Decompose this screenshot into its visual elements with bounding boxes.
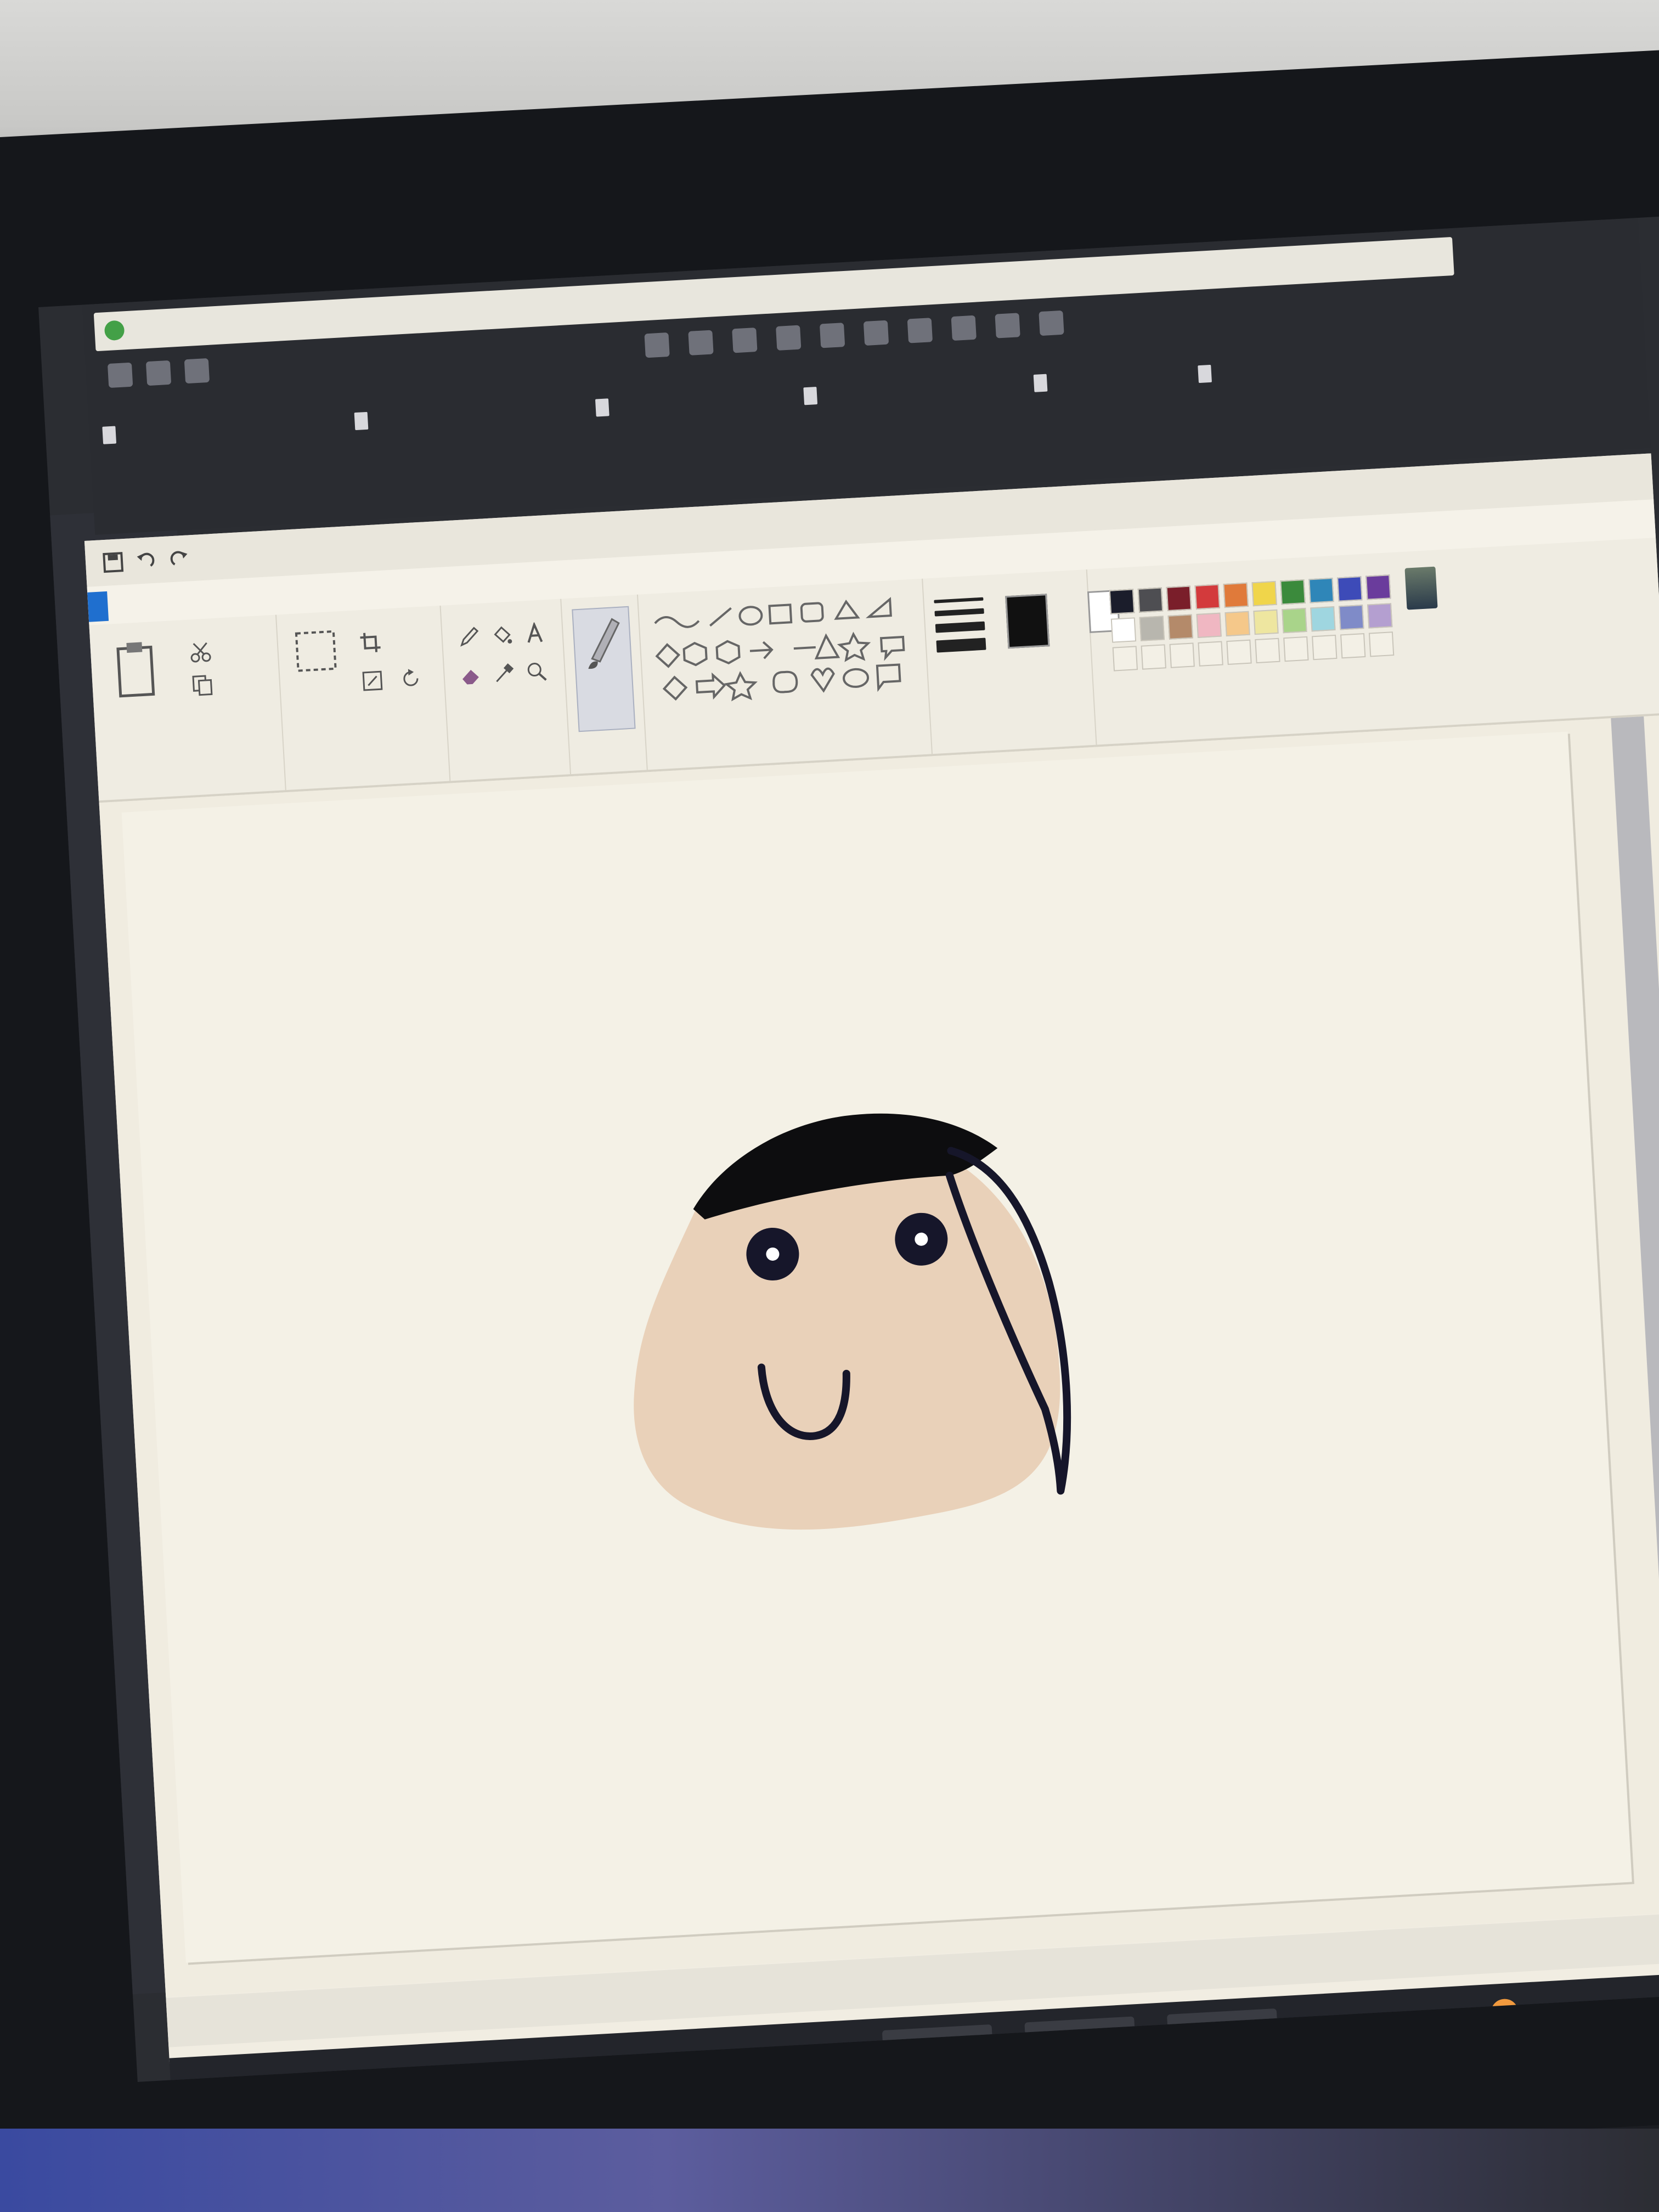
paint-window [84, 453, 1659, 2064]
cut-icon[interactable] [189, 640, 212, 663]
group-tools [439, 599, 572, 781]
text-icon[interactable] [523, 622, 546, 645]
palette-color-swatch[interactable] [1166, 585, 1192, 611]
toolbar-icon[interactable] [732, 328, 758, 353]
palette-color-swatch[interactable] [1253, 609, 1279, 635]
custom-color-swatch[interactable] [1226, 639, 1252, 665]
palette-color-swatch[interactable] [1224, 611, 1250, 637]
tab-file[interactable] [87, 591, 109, 622]
palette-color-swatch[interactable] [1194, 584, 1220, 610]
palette-color-swatch[interactable] [1139, 616, 1165, 641]
custom-color-swatch[interactable] [1340, 633, 1366, 659]
color-picker-icon[interactable] [493, 662, 516, 685]
copy-icon[interactable] [191, 673, 214, 696]
bookmark-item[interactable] [352, 404, 375, 438]
drawing-svg [634, 1113, 1071, 1530]
custom-color-swatch[interactable] [1112, 646, 1138, 672]
group-label [285, 775, 449, 784]
bookmark-item[interactable] [801, 379, 825, 413]
group-size [922, 569, 1097, 754]
palette-color-swatch[interactable] [1367, 603, 1393, 629]
custom-color-swatch[interactable] [1312, 634, 1338, 661]
site-icon [104, 320, 125, 341]
toolbar-icon[interactable] [184, 358, 210, 384]
bookmark-item[interactable] [592, 391, 616, 425]
tab-view[interactable] [241, 583, 262, 613]
desk-surface [0, 2129, 1659, 2212]
palette-color-swatch[interactable] [1365, 574, 1391, 600]
toolbar-icon[interactable] [776, 325, 802, 351]
palette-color-swatch[interactable] [1308, 578, 1334, 603]
custom-color-swatch[interactable] [1141, 644, 1166, 670]
custom-color-swatch[interactable] [1368, 631, 1395, 657]
bookmark-item[interactable] [1195, 357, 1218, 391]
color-1-swatch[interactable] [1005, 594, 1050, 649]
crop-icon[interactable] [359, 631, 382, 654]
fill-icon[interactable] [490, 624, 514, 647]
group-clipboard [89, 614, 286, 801]
magnifier-icon[interactable] [525, 660, 548, 683]
tab-home[interactable] [175, 586, 196, 617]
rotate-icon[interactable] [399, 667, 422, 690]
resize-icon[interactable] [361, 669, 384, 692]
bookmark-item[interactable] [1031, 366, 1054, 400]
palette-color-swatch[interactable] [1280, 579, 1306, 605]
toolbar-icon[interactable] [863, 320, 889, 346]
undo-icon[interactable] [134, 549, 157, 572]
paste-icon[interactable] [112, 638, 159, 701]
palette-color-swatch[interactable] [1109, 589, 1135, 614]
group-label [569, 763, 646, 768]
palette-color-swatch[interactable] [1251, 580, 1277, 607]
palette-color-swatch[interactable] [1337, 576, 1363, 602]
pencil-icon[interactable] [458, 625, 481, 648]
custom-color-swatch[interactable] [1169, 642, 1195, 668]
brush-icon [588, 618, 620, 669]
toolbar-icon[interactable] [688, 330, 714, 356]
palette-color-swatch[interactable] [1310, 606, 1336, 632]
palette-color-swatch[interactable] [1223, 582, 1249, 608]
custom-color-swatch[interactable] [1255, 637, 1280, 664]
group-brushes [560, 594, 648, 775]
size-button[interactable] [934, 597, 986, 661]
eraser-icon[interactable] [460, 664, 483, 687]
toolbar-icon[interactable] [644, 332, 670, 358]
palette-color-swatch[interactable] [1282, 607, 1307, 634]
canvas-area [99, 715, 1659, 1997]
group-image [275, 605, 451, 791]
save-icon[interactable] [101, 551, 125, 574]
toolbar-icon[interactable] [107, 362, 133, 388]
custom-color-swatch[interactable] [1198, 641, 1223, 667]
group-label [931, 738, 1096, 748]
palette-color-swatch[interactable] [1137, 587, 1164, 613]
shapes-gallery[interactable] [648, 593, 912, 717]
monitor-screen [38, 216, 1659, 2082]
toolbar-icon[interactable] [1039, 310, 1064, 336]
palette-color-swatch[interactable] [1339, 605, 1364, 630]
toolbar-icon[interactable] [907, 318, 933, 343]
group-label [99, 783, 285, 794]
drawing-canvas[interactable] [121, 731, 1632, 1963]
toolbar-icon[interactable] [995, 313, 1020, 338]
bookmark-item[interactable] [100, 418, 123, 452]
palette-color-swatch[interactable] [1167, 614, 1193, 640]
toolbar-icon[interactable] [819, 323, 845, 348]
redo-icon[interactable] [167, 547, 190, 570]
edit-colors-icon[interactable] [1404, 566, 1438, 610]
toolbar-icon[interactable] [951, 315, 977, 341]
toolbar-icon[interactable] [145, 360, 172, 386]
brushes-button[interactable] [572, 606, 636, 732]
custom-color-swatch[interactable] [1283, 636, 1309, 662]
color-palette [1109, 568, 1404, 672]
palette-color-swatch[interactable] [1196, 612, 1222, 638]
group-shapes [636, 578, 933, 770]
group-colors [1086, 548, 1491, 745]
select-icon[interactable] [293, 628, 339, 674]
group-label [449, 768, 570, 774]
palette-color-swatch[interactable] [1110, 617, 1137, 643]
